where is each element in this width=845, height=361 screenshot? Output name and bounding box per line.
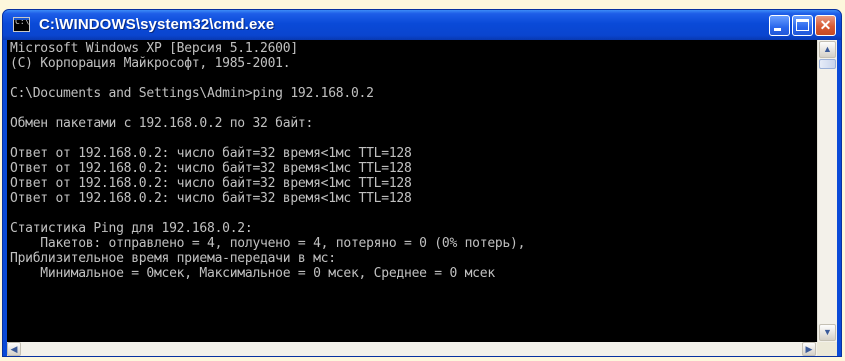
close-button[interactable]: ✕ [815, 15, 836, 36]
maximize-button[interactable] [792, 15, 813, 36]
close-icon: ✕ [819, 17, 832, 33]
console-line: (С) Корпорация Майкрософт, 1985-2001. [10, 56, 291, 71]
scrollbar-corner [817, 342, 837, 356]
console-line: Ответ от 192.168.0.2: число байт=32 врем… [10, 146, 412, 161]
console-line: Ответ от 192.168.0.2: число байт=32 врем… [10, 176, 412, 191]
scroll-down-button[interactable]: ▼ [819, 324, 836, 341]
console-line: Пакетов: отправлено = 4, получено = 4, п… [10, 236, 526, 251]
maximize-icon [796, 19, 809, 31]
console-line: Ответ от 192.168.0.2: число байт=32 врем… [10, 161, 412, 176]
vertical-scroll-thumb[interactable] [819, 59, 836, 69]
window-title: C:\WINDOWS\system32\cmd.exe [39, 16, 275, 33]
console-line: Обмен пакетами с 192.168.0.2 по 32 байт: [10, 116, 314, 131]
cmd-icon[interactable]: C:\ [13, 17, 30, 32]
console-line: Ответ от 192.168.0.2: число байт=32 врем… [10, 191, 412, 206]
console-line: Статистика Ping для 192.168.0.2: [10, 221, 253, 236]
title-bar[interactable]: C:\ C:\WINDOWS\system32\cmd.exe ✕ [3, 10, 841, 40]
minimize-icon [774, 28, 781, 31]
console-output[interactable]: Microsoft Windows XP [Версия 5.1.2600] (… [7, 40, 817, 342]
console-line: Приблизительное время приема-передачи в … [10, 251, 336, 266]
vertical-scrollbar[interactable]: ▲ ▼ [817, 40, 837, 342]
horizontal-scrollbar[interactable]: ◀ ▶ [7, 342, 817, 356]
scroll-right-button[interactable]: ▶ [802, 342, 816, 356]
scroll-left-button[interactable]: ◀ [7, 342, 21, 356]
scroll-up-button[interactable]: ▲ [819, 41, 836, 58]
console-line: Минимальное = 0мсек, Максимальное = 0 мс… [10, 266, 495, 281]
minimize-button[interactable] [769, 15, 790, 36]
console-line: Microsoft Windows XP [Версия 5.1.2600] [10, 41, 298, 56]
console-line: C:\Documents and Settings\Admin>ping 192… [10, 86, 374, 101]
cmd-window: C:\ C:\WINDOWS\system32\cmd.exe ✕ Micros… [2, 9, 842, 357]
